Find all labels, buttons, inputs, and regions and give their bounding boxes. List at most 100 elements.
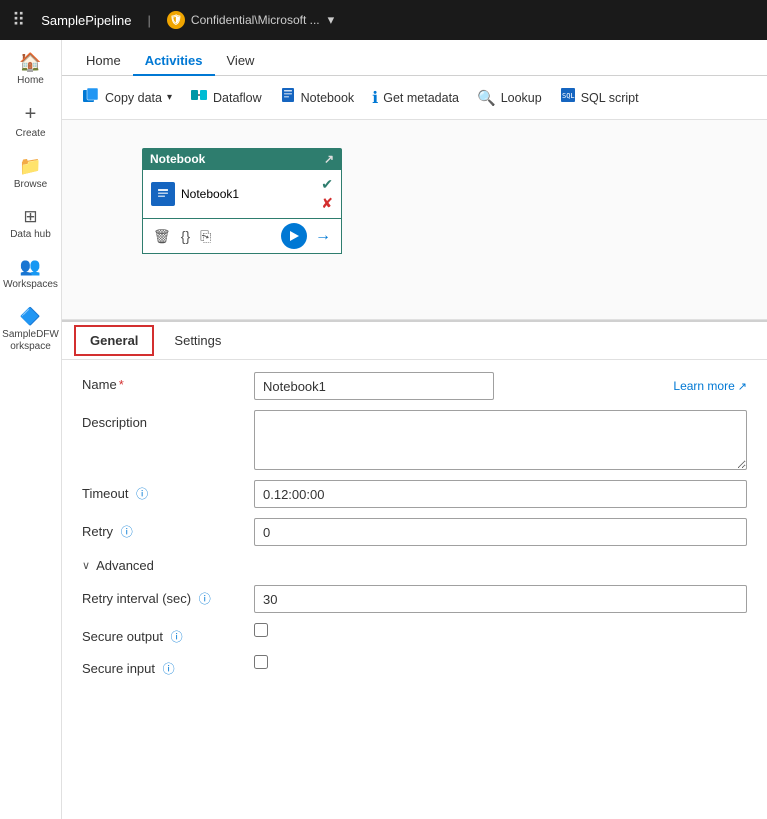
notebook-button[interactable]: Notebook [272,82,363,113]
sidebar-label-create: Create [15,128,45,140]
timeout-control-wrap [254,480,747,508]
arrow-right-icon[interactable]: → [313,225,333,247]
sidebar-item-browse[interactable]: 📁 Browse [0,148,61,199]
name-row: Name* Learn more ↗ [82,372,747,400]
retry-interval-control-wrap [254,585,747,613]
sidebar-item-sampledfw[interactable]: 🔷 SampleDFW orkspace [0,299,61,361]
browse-icon: 📁 [19,156,41,177]
main-layout: 🏠 Home + Create 📁 Browse ⊞ Data hub 👥 Wo… [0,40,767,819]
datahub-icon: ⊞ [23,207,37,227]
tab-view[interactable]: View [215,47,267,76]
name-input[interactable] [254,372,494,400]
name-required: * [119,377,124,392]
shield-icon: 🛡 [167,11,185,29]
sidebar-label-sampledfw: SampleDFW orkspace [2,329,59,353]
notebook-block-header: Notebook ↗ [142,148,342,170]
sidebar-label-datahub: Data hub [10,229,51,241]
notebook-block-name: Notebook1 [181,187,315,201]
lookup-icon: 🔍 [477,89,496,107]
expand-icon[interactable]: ↗ [324,152,334,166]
name-label: Name* [82,372,242,392]
sidebar-item-datahub[interactable]: ⊞ Data hub [0,199,61,249]
secure-output-checkbox[interactable] [254,623,268,637]
workspaces-icon: 👥 [20,257,41,277]
sql-script-icon: SQL [560,87,576,108]
advanced-toggle[interactable]: ∨ Advanced [82,556,747,575]
get-metadata-button[interactable]: ℹ Get metadata [364,83,467,113]
secure-input-info-icon: ⓘ [163,662,175,676]
sql-script-button[interactable]: SQL SQL script [552,82,647,113]
description-label: Description [82,410,242,430]
description-input[interactable] [254,410,747,470]
sidebar-item-workspaces[interactable]: 👥 Workspaces [0,249,61,299]
sampledfw-icon: 🔷 [20,307,41,327]
copy-data-icon [82,87,100,108]
timeout-row: Timeout ⓘ [82,480,747,508]
copy-data-label: Copy data [105,91,162,105]
copy-icon[interactable]: ⎘ [198,226,213,247]
timeout-input[interactable] [254,480,747,508]
delete-icon[interactable]: 🗑 [151,226,173,247]
notebook-status-icons: ✔ ✘ [321,176,333,212]
sidebar-label-workspaces: Workspaces [3,279,58,291]
panel-tabs: General Settings [62,322,767,360]
retry-control-wrap [254,518,747,546]
learn-more-icon: ↗ [738,380,747,393]
tab-activities[interactable]: Activities [133,47,215,76]
copy-data-chevron: ▾ [167,92,172,103]
lookup-label: Lookup [501,91,542,105]
bottom-panel: General Settings Name* Learn more [62,320,767,819]
retry-interval-input[interactable] [254,585,747,613]
learn-more-link[interactable]: Learn more ↗ [673,379,747,393]
canvas-area[interactable]: Notebook ↗ Notebook1 ✔ ✘ 🗑 {} ⎘ [62,120,767,320]
sidebar-item-home[interactable]: 🏠 Home [0,44,61,95]
name-control-wrap: Learn more ↗ [254,372,747,400]
sidebar-item-create[interactable]: + Create [0,95,61,148]
svg-text:SQL: SQL [562,92,575,100]
retry-interval-info-icon: ⓘ [199,592,211,606]
retry-interval-row: Retry interval (sec) ⓘ [82,585,747,613]
get-metadata-icon: ℹ [372,88,378,108]
learn-more-label: Learn more [673,379,734,393]
copy-data-button[interactable]: Copy data ▾ [74,82,180,113]
secure-input-label: Secure input ⓘ [82,655,242,677]
confidential-badge: 🛡 Confidential\Microsoft ... ▾ [167,11,334,29]
chevron-down-icon[interactable]: ▾ [328,12,335,28]
secure-input-row: Secure input ⓘ [82,655,747,677]
content-area: Home Activities View Copy data ▾ Dataflo… [62,40,767,819]
sidebar-label-browse: Browse [14,179,47,191]
retry-row: Retry ⓘ [82,518,747,546]
sidebar: 🏠 Home + Create 📁 Browse ⊞ Data hub 👥 Wo… [0,40,62,819]
tab-home[interactable]: Home [74,47,133,76]
ribbon-toolbar: Copy data ▾ Dataflow Notebook ℹ Get meta… [62,76,767,120]
check-icon: ✔ [321,176,333,193]
dataflow-button[interactable]: Dataflow [182,82,270,113]
retry-label: Retry ⓘ [82,518,242,540]
dataflow-icon [190,87,208,108]
sql-script-label: SQL script [581,91,639,105]
notebook-label: Notebook [301,91,355,105]
advanced-chevron-icon: ∨ [82,559,90,572]
secure-input-control-wrap [254,655,747,669]
home-icon: 🏠 [19,52,41,73]
tab-general[interactable]: General [74,325,154,356]
notebook-block-title: Notebook [150,152,205,166]
tab-settings[interactable]: Settings [158,325,237,356]
run-button[interactable] [281,223,307,249]
lookup-button[interactable]: 🔍 Lookup [469,84,550,112]
topbar-separator: | [148,13,151,28]
app-dots-icon[interactable]: ⠿ [12,10,25,31]
notebook-block-actions: 🗑 {} ⎘ → [142,219,342,254]
secure-output-label: Secure output ⓘ [82,623,242,645]
secure-input-checkbox[interactable] [254,655,268,669]
notebook-block[interactable]: Notebook ↗ Notebook1 ✔ ✘ 🗑 {} ⎘ [142,148,342,254]
confidential-label: Confidential\Microsoft ... [191,13,320,27]
code-icon[interactable]: {} [179,226,192,246]
ribbon-tabs: Home Activities View [62,40,767,76]
timeout-info-icon: ⓘ [136,487,148,501]
notebook-body-icon [151,182,175,206]
description-control-wrap [254,410,747,470]
retry-input[interactable] [254,518,747,546]
pipeline-name: SamplePipeline [41,13,131,28]
sidebar-label-home: Home [17,75,44,87]
